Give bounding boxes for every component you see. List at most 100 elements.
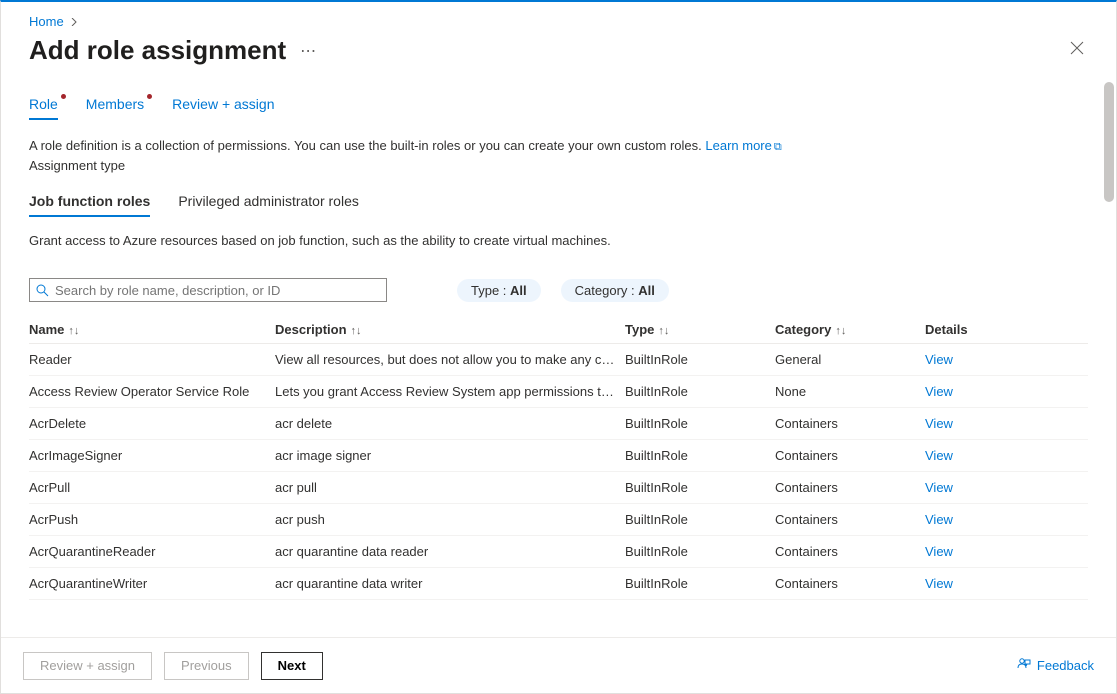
table-row[interactable]: AcrPushacr pushBuiltInRoleContainersView — [29, 504, 1088, 536]
col-header-description[interactable]: Description↑↓ — [275, 316, 625, 344]
cell-type: BuiltInRole — [625, 568, 775, 600]
cell-description: acr image signer — [275, 440, 625, 472]
cell-category: Containers — [775, 536, 925, 568]
cell-details: View — [925, 376, 1088, 408]
view-link[interactable]: View — [925, 384, 953, 399]
cell-name: AcrPush — [29, 504, 275, 536]
help-text: A role definition is a collection of per… — [29, 138, 1088, 154]
table-row[interactable]: AcrPullacr pullBuiltInRoleContainersView — [29, 472, 1088, 504]
cell-type: BuiltInRole — [625, 344, 775, 376]
more-icon[interactable]: ⋯ — [300, 41, 317, 61]
table-row[interactable]: AcrImageSigneracr image signerBuiltInRol… — [29, 440, 1088, 472]
view-link[interactable]: View — [925, 416, 953, 431]
footer: Review + assign Previous Next Feedback — [1, 637, 1116, 693]
cell-description: View all resources, but does not allow y… — [275, 344, 625, 376]
cell-description: acr delete — [275, 408, 625, 440]
view-link[interactable]: View — [925, 352, 953, 367]
next-button[interactable]: Next — [261, 652, 323, 680]
cell-type: BuiltInRole — [625, 376, 775, 408]
cell-details: View — [925, 440, 1088, 472]
cell-details: View — [925, 472, 1088, 504]
grant-description: Grant access to Azure resources based on… — [29, 233, 1088, 248]
col-header-name[interactable]: Name↑↓ — [29, 316, 275, 344]
tab-label: Review + assign — [172, 96, 274, 112]
cell-description: Lets you grant Access Review System app … — [275, 376, 625, 408]
required-dot-icon — [61, 94, 66, 99]
chevron-right-icon — [70, 18, 78, 26]
cell-name: AcrPull — [29, 472, 275, 504]
sort-icon: ↑↓ — [835, 325, 846, 337]
close-icon[interactable] — [1066, 37, 1088, 64]
cell-description: acr quarantine data writer — [275, 568, 625, 600]
cell-category: Containers — [775, 408, 925, 440]
view-link[interactable]: View — [925, 480, 953, 495]
sort-icon: ↑↓ — [351, 325, 362, 337]
cell-category: General — [775, 344, 925, 376]
tab-label: Role — [29, 96, 58, 112]
assignment-type-tabs: Job function roles Privileged administra… — [29, 193, 1088, 217]
cell-name: Reader — [29, 344, 275, 376]
cell-details: View — [925, 568, 1088, 600]
cell-name: AcrDelete — [29, 408, 275, 440]
table-row[interactable]: AcrQuarantineWriteracr quarantine data w… — [29, 568, 1088, 600]
review-assign-button[interactable]: Review + assign — [23, 652, 152, 680]
view-link[interactable]: View — [925, 576, 953, 591]
subtab-job-function[interactable]: Job function roles — [29, 193, 150, 217]
tab-label: Members — [86, 96, 144, 112]
scrollbar-thumb[interactable] — [1104, 82, 1114, 202]
tabs: Role Members Review + assign — [29, 96, 1088, 120]
cell-category: Containers — [775, 440, 925, 472]
cell-details: View — [925, 408, 1088, 440]
breadcrumb-home[interactable]: Home — [29, 14, 64, 29]
sort-icon: ↑↓ — [658, 325, 669, 337]
cell-type: BuiltInRole — [625, 504, 775, 536]
cell-category: None — [775, 376, 925, 408]
filter-type-pill[interactable]: Type : All — [457, 279, 541, 302]
assignment-type-label: Assignment type — [29, 158, 1088, 173]
cell-description: acr push — [275, 504, 625, 536]
cell-name: Access Review Operator Service Role — [29, 376, 275, 408]
external-link-icon: ⧉ — [774, 141, 782, 154]
cell-details: View — [925, 504, 1088, 536]
cell-name: AcrImageSigner — [29, 440, 275, 472]
search-input-wrapper[interactable] — [29, 278, 387, 302]
tab-review[interactable]: Review + assign — [172, 96, 274, 120]
filter-category-pill[interactable]: Category : All — [561, 279, 669, 302]
breadcrumb: Home — [29, 14, 1088, 29]
cell-name: AcrQuarantineWriter — [29, 568, 275, 600]
col-header-type[interactable]: Type↑↓ — [625, 316, 775, 344]
cell-details: View — [925, 344, 1088, 376]
roles-table: Name↑↓ Description↑↓ Type↑↓ Category↑↓ D… — [29, 316, 1088, 600]
cell-category: Containers — [775, 504, 925, 536]
search-icon — [36, 284, 49, 297]
feedback-icon — [1017, 657, 1031, 674]
page-title: Add role assignment — [29, 35, 286, 66]
cell-type: BuiltInRole — [625, 408, 775, 440]
search-input[interactable] — [55, 283, 380, 298]
cell-category: Containers — [775, 472, 925, 504]
table-row[interactable]: ReaderView all resources, but does not a… — [29, 344, 1088, 376]
tab-members[interactable]: Members — [86, 96, 144, 120]
cell-type: BuiltInRole — [625, 440, 775, 472]
view-link[interactable]: View — [925, 448, 953, 463]
previous-button[interactable]: Previous — [164, 652, 249, 680]
table-row[interactable]: AcrDeleteacr deleteBuiltInRoleContainers… — [29, 408, 1088, 440]
cell-type: BuiltInRole — [625, 536, 775, 568]
tab-role[interactable]: Role — [29, 96, 58, 120]
view-link[interactable]: View — [925, 512, 953, 527]
cell-category: Containers — [775, 568, 925, 600]
cell-description: acr pull — [275, 472, 625, 504]
col-header-details: Details — [925, 316, 1088, 344]
table-row[interactable]: Access Review Operator Service RoleLets … — [29, 376, 1088, 408]
cell-description: acr quarantine data reader — [275, 536, 625, 568]
table-row[interactable]: AcrQuarantineReaderacr quarantine data r… — [29, 536, 1088, 568]
cell-type: BuiltInRole — [625, 472, 775, 504]
subtab-privileged[interactable]: Privileged administrator roles — [178, 193, 359, 217]
view-link[interactable]: View — [925, 544, 953, 559]
learn-more-link[interactable]: Learn more⧉ — [705, 138, 781, 153]
cell-name: AcrQuarantineReader — [29, 536, 275, 568]
cell-details: View — [925, 536, 1088, 568]
col-header-category[interactable]: Category↑↓ — [775, 316, 925, 344]
sort-icon: ↑↓ — [68, 325, 79, 337]
feedback-link[interactable]: Feedback — [1017, 657, 1094, 674]
